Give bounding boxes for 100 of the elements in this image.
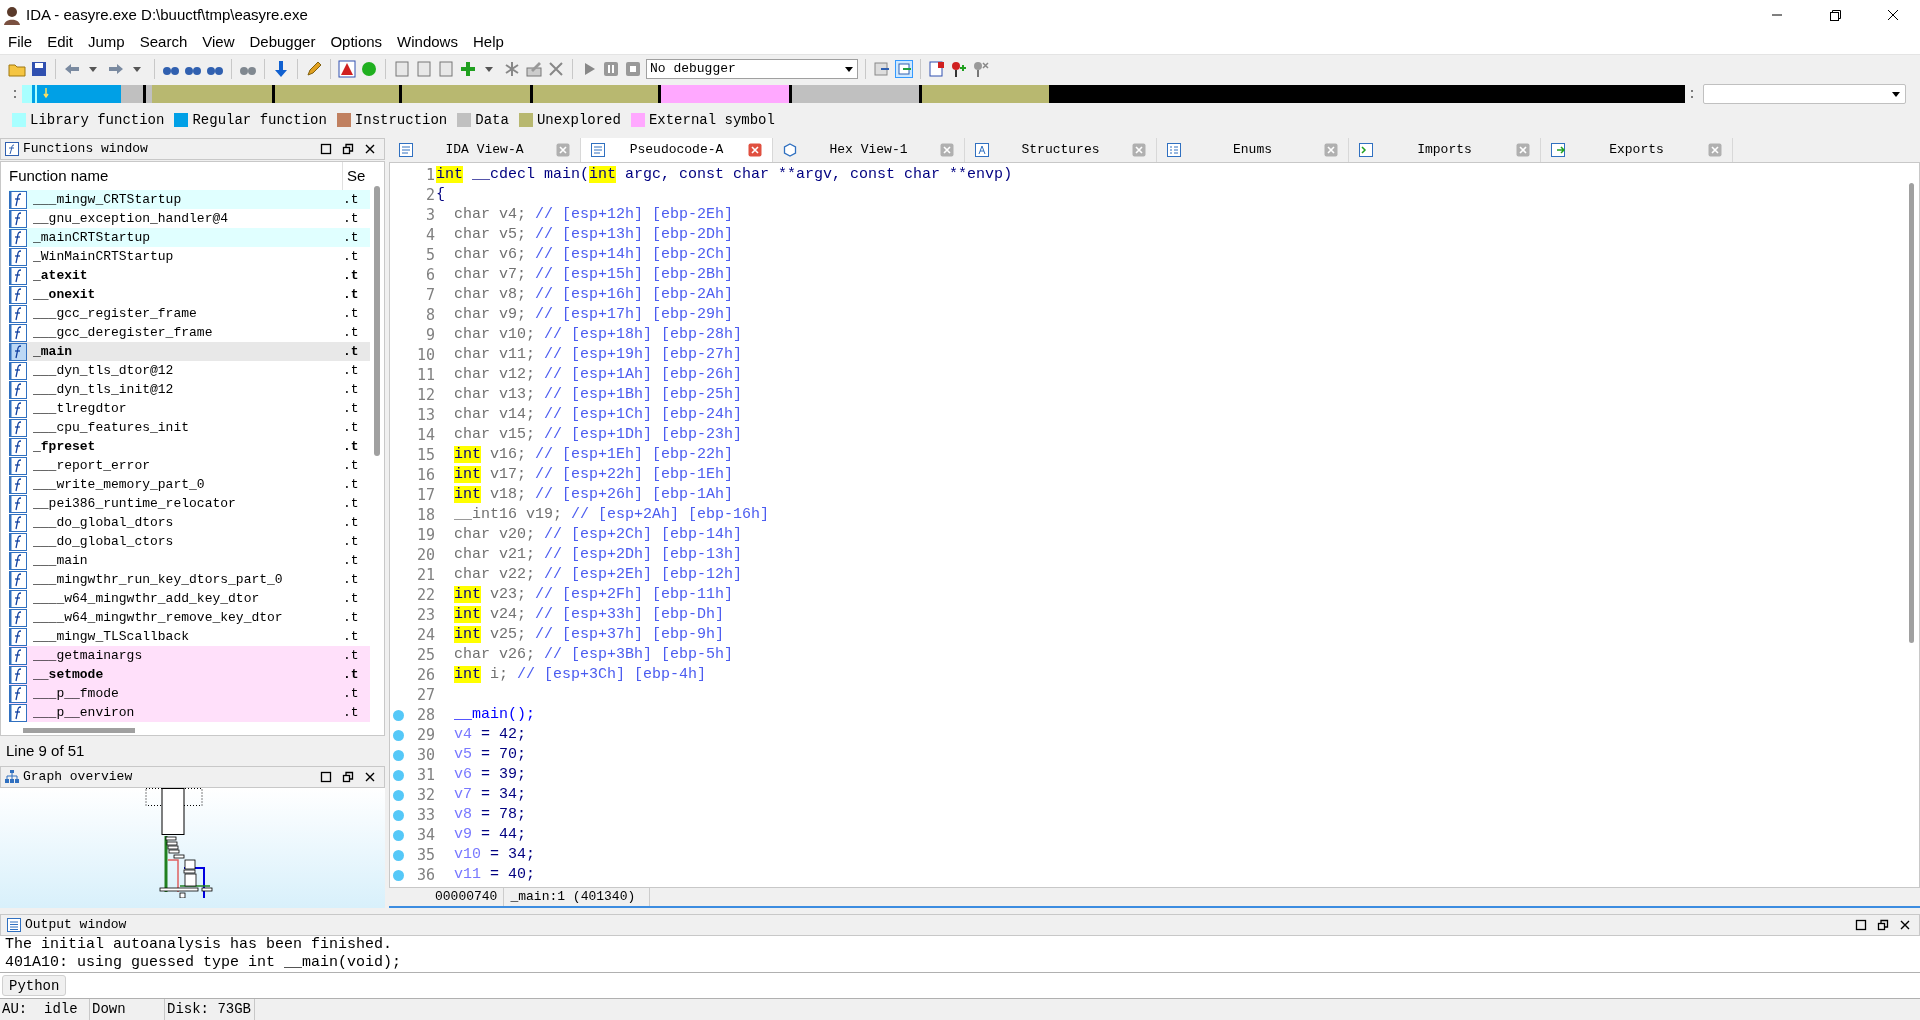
navigation-band[interactable] [22, 85, 1685, 103]
segment-cell-text: .t [343, 494, 359, 513]
restore-icon[interactable] [1877, 919, 1889, 931]
function-name: ___gcc_deregister_frame [32, 323, 214, 342]
asterisk-icon[interactable] [503, 59, 521, 78]
restore-icon[interactable] [342, 771, 354, 783]
menu-item[interactable]: View [196, 30, 241, 54]
save-icon[interactable] [30, 59, 48, 78]
function-icon [9, 532, 27, 551]
legend-label: Unexplored [536, 110, 621, 130]
status-text: AU: idle [0, 999, 90, 1020]
document-icon[interactable] [928, 59, 946, 78]
menu-item[interactable]: Windows [391, 30, 464, 54]
menu-item[interactable]: Edit [41, 30, 80, 54]
line-number: 32 [415, 784, 436, 806]
code-line: int v18; // [esp+26h] [ebp-1Ah] [454, 484, 734, 505]
menu-item[interactable]: Debugger [243, 30, 322, 54]
grip-icon[interactable] [12, 87, 18, 101]
line-number: 10 [415, 344, 436, 366]
segment-cell-text: .t [343, 475, 359, 494]
function-name: ___report_error [32, 456, 152, 475]
line-info: Line 9 of 51 [6, 740, 85, 761]
function-row[interactable]: _main .t [9, 342, 370, 361]
warning-icon[interactable] [338, 59, 356, 78]
output-line: The initial autoanalysis has been finished. [5, 936, 394, 954]
line-number: 7 [424, 284, 436, 306]
menu-item[interactable]: Search [133, 30, 194, 54]
segment-cell-text: .t [343, 342, 359, 361]
code-line: v11 = 40; [454, 864, 536, 885]
restore-icon[interactable] [342, 143, 354, 155]
close-icon[interactable] [1899, 919, 1911, 931]
maximize-icon[interactable] [320, 771, 332, 783]
function-name: ___do_global_dtors [32, 513, 175, 532]
menu-item[interactable]: Options [324, 30, 389, 54]
segment-cell-text: .t [343, 665, 359, 684]
code-line: char v21; // [esp+2Dh] [ebp-13h] [454, 544, 743, 565]
function-name: ___mingw_CRTStartup [32, 190, 183, 209]
function-row[interactable]: ___getmainargs .t [9, 646, 370, 665]
scrollbar-thumb[interactable] [374, 186, 380, 456]
function-name: ___dyn_tls_init@12 [32, 380, 175, 399]
function-icon [9, 190, 27, 209]
function-icon [9, 399, 27, 418]
close-icon[interactable] [364, 771, 376, 783]
code-line: char v7; // [esp+15h] [ebp-2Bh] [454, 264, 734, 285]
line-number: 20 [415, 544, 436, 566]
function-icon [9, 589, 27, 608]
caret-icon [1891, 89, 1901, 99]
output-line: 401A10: using guessed type int __main(void); [5, 954, 403, 972]
maximize-icon[interactable] [1855, 919, 1867, 931]
pin-icon[interactable] [950, 59, 968, 78]
language-button[interactable]: Python [2, 975, 67, 996]
legend-label: External symbol [648, 110, 775, 130]
line-number: 3 [424, 204, 436, 226]
function-row[interactable]: ___mingw_CRTStartup .t [9, 190, 370, 209]
function-name: ___cpu_features_init [32, 418, 191, 437]
function-row[interactable]: __setmode .t [9, 665, 370, 684]
code-line: int v17; // [esp+22h] [ebp-1Eh] [454, 464, 734, 485]
segment-cell-text: .t [343, 608, 359, 627]
function-icon [9, 570, 27, 589]
pause-icon[interactable] [602, 59, 620, 78]
segment-cell-text: .t [343, 532, 359, 551]
line-number: 14 [415, 424, 436, 446]
function-icon [9, 342, 27, 361]
down-arrow-icon[interactable] [272, 59, 290, 78]
line-number: 22 [415, 584, 436, 606]
close-icon[interactable] [364, 143, 376, 155]
document-icon [7, 918, 21, 932]
menu-item[interactable]: Help [466, 30, 510, 54]
column-header[interactable]: Se [343, 164, 366, 188]
function-row[interactable]: _mainCRTStartup .t [9, 228, 370, 247]
function-name: ___main [32, 551, 89, 570]
tab[interactable]: Pseudocode-A [581, 138, 773, 162]
circle-icon[interactable] [360, 59, 378, 78]
function-icon [9, 380, 27, 399]
grip-icon[interactable] [1689, 87, 1695, 101]
segment-cell-text: .t [343, 247, 359, 266]
step-icon[interactable] [895, 59, 913, 78]
maximize-icon[interactable] [320, 143, 332, 155]
step-icon[interactable] [873, 59, 891, 78]
function-row[interactable]: ___p__fmode .t [9, 684, 370, 703]
code-line: int v25; // [esp+37h] [ebp-9h] [454, 624, 725, 645]
line-number: 18 [415, 504, 436, 526]
function-icon [9, 304, 27, 323]
code-line: char v5; // [esp+13h] [ebp-2Dh] [454, 224, 734, 245]
segment-cell-text: .t [343, 399, 359, 418]
code-line: char v26; // [esp+3Bh] [ebp-5h] [454, 644, 734, 665]
function-row[interactable]: ___p__environ .t [9, 703, 370, 722]
scrollbar-thumb[interactable] [23, 727, 135, 733]
function-name: __setmode [32, 665, 105, 684]
segment-dropdown[interactable] [1703, 84, 1906, 104]
plus-icon[interactable] [459, 59, 477, 78]
function-name: ___p__environ [32, 703, 136, 722]
debugger-dropdown[interactable]: No debugger [646, 58, 858, 79]
menu-item[interactable]: Jump [82, 30, 131, 54]
code-line: char v20; // [esp+2Ch] [ebp-14h] [454, 524, 743, 545]
scrollbar-thumb[interactable] [1908, 183, 1914, 643]
function-icon [9, 456, 27, 475]
menu-item[interactable]: File [2, 30, 39, 54]
code-line: __main(); [454, 704, 535, 725]
stop-icon[interactable] [624, 59, 642, 78]
